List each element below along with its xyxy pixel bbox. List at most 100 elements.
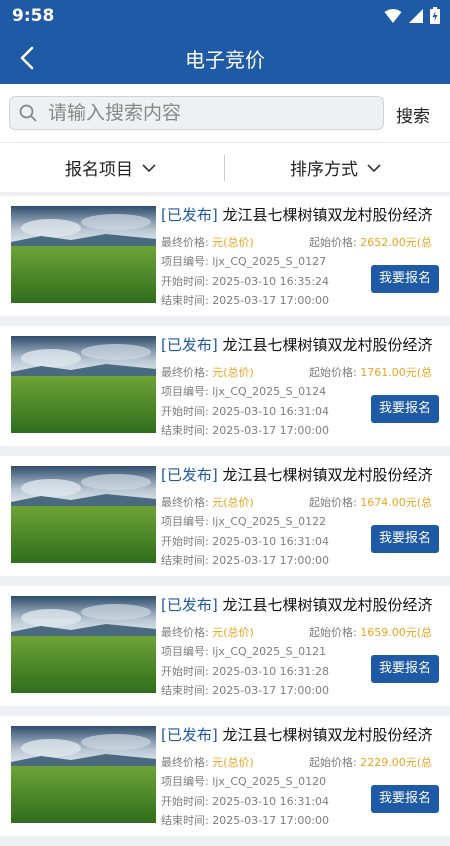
start-time-row: 开始时间: 2025-03-10 16:31:04 <box>161 793 329 809</box>
auction-card[interactable]: [已发布] 龙江县七棵树镇双龙村股份经济 最终价格: 元(总价) 起始价格: 1… <box>0 586 450 706</box>
status-badge: [已发布] <box>161 726 218 744</box>
sign-up-button[interactable]: 我要报名 <box>371 265 439 293</box>
final-price-row: 最终价格: 元(总价) <box>161 234 254 250</box>
start-time-value: 2025-03-10 16:31:28 <box>212 665 330 678</box>
chevron-down-icon <box>367 163 381 172</box>
project-name: 龙江县七棵树镇双龙村股份经济 <box>222 726 433 744</box>
status-badge: [已发布] <box>161 466 218 484</box>
cellular-signal-icon <box>409 8 423 23</box>
search-input[interactable] <box>46 99 380 127</box>
auction-card[interactable]: [已发布] 龙江县七棵树镇双龙村股份经济 最终价格: 元(总价) 起始价格: 1… <box>0 326 450 446</box>
project-no-value: ljx_CQ_2025_S_0127 <box>212 255 327 268</box>
project-no-row: 项目编号: ljx_CQ_2025_S_0127 <box>161 253 326 269</box>
card-title: [已发布] 龙江县七棵树镇双龙村股份经济 <box>161 464 446 485</box>
start-price-label: 起始价格: <box>309 756 357 769</box>
auction-list: [已发布] 龙江县七棵树镇双龙村股份经济 最终价格: 元(总价) 起始价格: 2… <box>0 196 450 846</box>
project-no-label: 项目编号: <box>161 255 209 268</box>
app-bar: 电子竞价 <box>0 32 450 84</box>
end-time-value: 2025-03-17 17:00:00 <box>212 424 330 437</box>
farmland-thumbnail <box>11 466 156 563</box>
project-no-label: 项目编号: <box>161 645 209 658</box>
end-time-row: 结束时间: 2025-03-17 17:00:00 <box>161 812 329 828</box>
signup-filter-dropdown[interactable]: 报名项目 <box>65 155 157 180</box>
final-price-label: 最终价格: <box>161 756 209 769</box>
start-price-row: 起始价格: 1659.00元(总 <box>309 624 432 640</box>
start-time-value: 2025-03-10 16:31:04 <box>212 535 330 548</box>
farmland-thumbnail <box>11 336 156 433</box>
start-price-row: 起始价格: 2229.00元(总 <box>309 754 432 770</box>
card-title: [已发布] 龙江县七棵树镇双龙村股份经济 <box>161 204 446 225</box>
auction-card[interactable]: [已发布] 龙江县七棵树镇双龙村股份经济 最终价格: 元(总价) 起始价格: 2… <box>0 716 450 836</box>
start-time-value: 2025-03-10 16:31:04 <box>212 405 330 418</box>
search-button[interactable]: 搜索 <box>396 102 430 127</box>
end-time-label: 结束时间: <box>161 554 209 567</box>
auction-card[interactable]: [已发布] 龙江县七棵树镇双龙村股份经济 最终价格: 元(总价) 起始价格: 2… <box>0 196 450 316</box>
end-time-row: 结束时间: 2025-03-17 17:00:00 <box>161 682 329 698</box>
status-badge: [已发布] <box>161 336 218 354</box>
start-price-row: 起始价格: 2652.00元(总 <box>309 234 432 250</box>
farmland-thumbnail <box>11 726 156 823</box>
project-no-row: 项目编号: ljx_CQ_2025_S_0124 <box>161 383 326 399</box>
start-time-row: 开始时间: 2025-03-10 16:31:04 <box>161 533 329 549</box>
end-time-value: 2025-03-17 17:00:00 <box>212 294 330 307</box>
status-time: 9:58 <box>12 6 55 26</box>
start-price-label: 起始价格: <box>309 626 357 639</box>
final-price-label: 最终价格: <box>161 626 209 639</box>
sort-filter-label: 排序方式 <box>290 160 358 180</box>
end-time-label: 结束时间: <box>161 684 209 697</box>
final-price-row: 最终价格: 元(总价) <box>161 494 254 510</box>
start-time-label: 开始时间: <box>161 275 209 288</box>
project-name: 龙江县七棵树镇双龙村股份经济 <box>222 466 433 484</box>
final-price-label: 最终价格: <box>161 236 209 249</box>
project-no-row: 项目编号: ljx_CQ_2025_S_0122 <box>161 513 326 529</box>
start-price-label: 起始价格: <box>309 496 357 509</box>
end-time-value: 2025-03-17 17:00:00 <box>212 684 330 697</box>
search-box[interactable] <box>9 96 384 130</box>
signup-filter-label: 报名项目 <box>65 160 133 180</box>
final-price-value: 元(总价) <box>212 496 254 509</box>
start-time-label: 开始时间: <box>161 665 209 678</box>
final-price-label: 最终价格: <box>161 366 209 379</box>
card-title: [已发布] 龙江县七棵树镇双龙村股份经济 <box>161 724 446 745</box>
project-no-label: 项目编号: <box>161 775 209 788</box>
start-time-value: 2025-03-10 16:31:04 <box>212 795 330 808</box>
end-time-value: 2025-03-17 17:00:00 <box>212 554 330 567</box>
sign-up-button[interactable]: 我要报名 <box>371 525 439 553</box>
farmland-thumbnail <box>11 206 156 303</box>
end-time-label: 结束时间: <box>161 814 209 827</box>
search-icon <box>19 104 37 122</box>
sign-up-button[interactable]: 我要报名 <box>371 655 439 683</box>
final-price-value: 元(总价) <box>212 366 254 379</box>
project-name: 龙江县七棵树镇双龙村股份经济 <box>222 596 433 614</box>
status-bar: 9:58 <box>0 0 450 32</box>
project-no-label: 项目编号: <box>161 515 209 528</box>
start-time-value: 2025-03-10 16:35:24 <box>212 275 330 288</box>
end-time-row: 结束时间: 2025-03-17 17:00:00 <box>161 422 329 438</box>
sign-up-button[interactable]: 我要报名 <box>371 395 439 423</box>
battery-icon <box>430 7 440 24</box>
card-title: [已发布] 龙江县七棵树镇双龙村股份经济 <box>161 334 446 355</box>
sort-filter-dropdown[interactable]: 排序方式 <box>290 155 382 180</box>
end-time-value: 2025-03-17 17:00:00 <box>212 814 330 827</box>
auction-card[interactable]: [已发布] 龙江县七棵树镇双龙村股份经济 最终价格: 元(总价) 起始价格: 1… <box>0 456 450 576</box>
start-time-row: 开始时间: 2025-03-10 16:31:04 <box>161 403 329 419</box>
final-price-label: 最终价格: <box>161 496 209 509</box>
start-price-value: 2229.00元(总 <box>360 756 432 769</box>
start-price-label: 起始价格: <box>309 366 357 379</box>
start-price-value: 2652.00元(总 <box>360 236 432 249</box>
project-name: 龙江县七棵树镇双龙村股份经济 <box>222 206 433 224</box>
start-price-value: 1761.00元(总 <box>360 366 432 379</box>
start-time-row: 开始时间: 2025-03-10 16:31:28 <box>161 663 329 679</box>
end-time-row: 结束时间: 2025-03-17 17:00:00 <box>161 552 329 568</box>
final-price-value: 元(总价) <box>212 756 254 769</box>
card-title: [已发布] 龙江县七棵树镇双龙村股份经济 <box>161 594 446 615</box>
start-price-row: 起始价格: 1761.00元(总 <box>309 364 432 380</box>
start-price-value: 1659.00元(总 <box>360 626 432 639</box>
sign-up-button[interactable]: 我要报名 <box>371 785 439 813</box>
wifi-icon <box>384 8 402 23</box>
start-price-row: 起始价格: 1674.00元(总 <box>309 494 432 510</box>
end-time-row: 结束时间: 2025-03-17 17:00:00 <box>161 292 329 308</box>
project-no-row: 项目编号: ljx_CQ_2025_S_0120 <box>161 773 326 789</box>
project-name: 龙江县七棵树镇双龙村股份经济 <box>222 336 433 354</box>
status-icons <box>384 7 440 24</box>
